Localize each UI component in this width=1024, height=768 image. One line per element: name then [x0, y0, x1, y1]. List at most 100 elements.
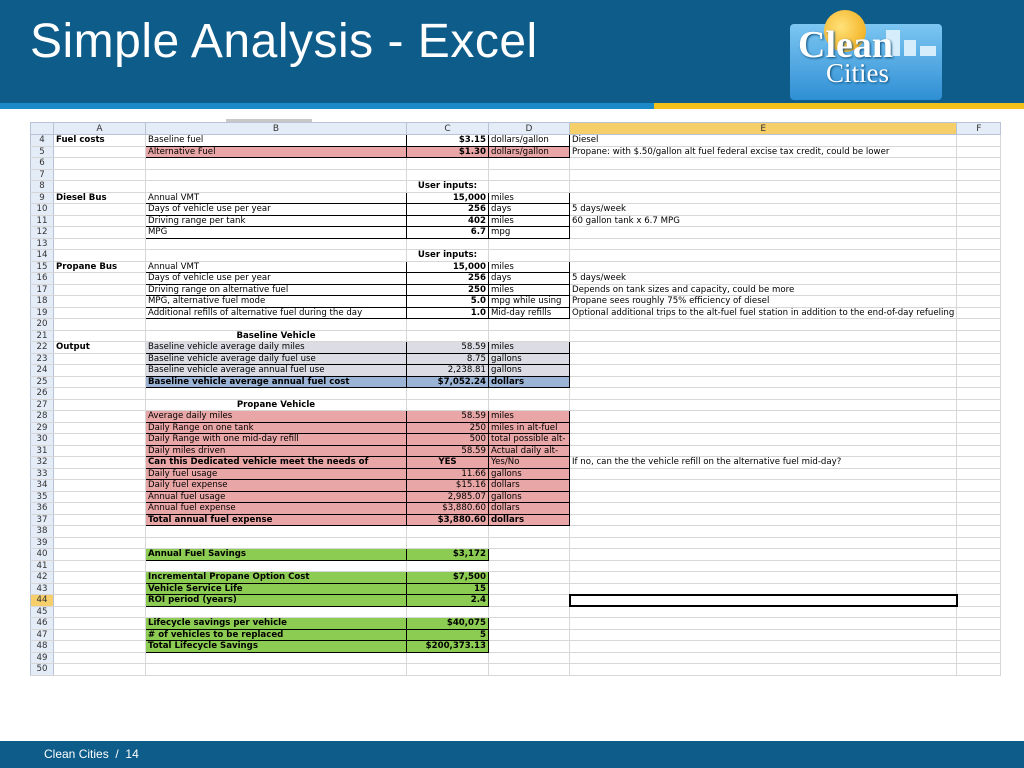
cell-f[interactable]: [956, 157, 1002, 170]
cell-e[interactable]: If no, can the the vehicle refill on the…: [569, 456, 958, 469]
cell-a[interactable]: [53, 433, 146, 446]
cell-d[interactable]: dollars: [488, 502, 570, 515]
cell-a[interactable]: Fuel costs: [53, 134, 146, 147]
cell-d[interactable]: [488, 399, 570, 411]
cell-b[interactable]: Daily fuel expense: [145, 479, 407, 492]
cell-e[interactable]: Diesel: [569, 134, 958, 147]
cell-b[interactable]: Baseline vehicle average annual fuel use: [145, 364, 407, 377]
cell-b[interactable]: MPG, alternative fuel mode: [145, 295, 407, 308]
cell-d[interactable]: miles: [488, 283, 570, 296]
cell-f[interactable]: [956, 238, 1002, 250]
cell-a[interactable]: [53, 307, 146, 319]
cell-a[interactable]: [53, 617, 146, 630]
cell-b[interactable]: [145, 180, 407, 193]
cell-f[interactable]: [956, 422, 1002, 434]
cell-f[interactable]: [956, 571, 1002, 584]
cell-a[interactable]: [53, 180, 146, 193]
cell-f[interactable]: [956, 249, 1002, 262]
cell-f[interactable]: [956, 364, 1002, 377]
cell-f[interactable]: [956, 548, 1002, 561]
cell-a[interactable]: [53, 594, 146, 607]
cell-d[interactable]: [488, 525, 570, 538]
cell-a[interactable]: [53, 479, 146, 492]
cell-c[interactable]: $200,373.13: [406, 640, 489, 653]
cell-c[interactable]: [406, 169, 489, 181]
cell-c[interactable]: 500: [406, 433, 489, 446]
row-header[interactable]: 32: [30, 456, 54, 469]
cell-b[interactable]: Baseline fuel: [145, 134, 407, 147]
row-header[interactable]: 4: [30, 134, 54, 147]
cell-a[interactable]: [53, 422, 146, 434]
cell-f[interactable]: [956, 226, 1002, 239]
cell-f[interactable]: [956, 663, 1002, 676]
cell-f[interactable]: [956, 525, 1002, 538]
cell-f[interactable]: [956, 134, 1002, 147]
cell-e[interactable]: [569, 491, 958, 503]
cell-b[interactable]: Vehicle Service Life: [145, 582, 407, 595]
cell-a[interactable]: [53, 295, 146, 308]
cell-a[interactable]: [53, 548, 146, 561]
column-header-selected[interactable]: E: [568, 122, 958, 135]
cell-d[interactable]: miles: [488, 191, 570, 204]
cell-c[interactable]: 5: [406, 628, 489, 641]
cell-f[interactable]: [956, 594, 1002, 607]
cell-c[interactable]: [406, 663, 489, 676]
cell-c[interactable]: 256: [406, 272, 489, 285]
cell-b[interactable]: Alternative Fuel: [145, 145, 407, 158]
cell-f[interactable]: [956, 560, 1002, 572]
column-header[interactable]: C: [406, 122, 489, 135]
cell-d[interactable]: dollars: [488, 513, 570, 526]
cell-a[interactable]: [53, 318, 146, 331]
cell-b[interactable]: Baseline vehicle average annual fuel cos…: [145, 375, 407, 388]
row-header[interactable]: 13: [30, 238, 54, 250]
cell-c[interactable]: 2.4: [406, 594, 489, 607]
cell-e[interactable]: [569, 376, 958, 388]
cell-c[interactable]: 58.59: [406, 341, 489, 354]
cell-f[interactable]: [956, 192, 1002, 204]
cell-a[interactable]: Propane Bus: [53, 261, 146, 273]
cell-e[interactable]: [569, 249, 958, 262]
cell-a[interactable]: [53, 353, 146, 365]
cell-f[interactable]: [956, 445, 1002, 457]
cell-d[interactable]: days: [488, 203, 570, 216]
row-header[interactable]: 26: [30, 387, 54, 400]
row-header[interactable]: 23: [30, 353, 54, 365]
cell-b[interactable]: Annual fuel expense: [145, 502, 407, 515]
cell-e[interactable]: Propane sees roughly 75% efficiency of d…: [569, 295, 958, 308]
cell-e[interactable]: [569, 583, 958, 595]
cell-a[interactable]: [53, 560, 146, 572]
cell-f[interactable]: [956, 479, 1002, 492]
cell-e[interactable]: [569, 571, 958, 584]
cell-b[interactable]: Baseline vehicle average daily miles: [145, 341, 407, 354]
cell-e[interactable]: [569, 353, 958, 365]
cell-a[interactable]: [53, 456, 146, 469]
cell-c[interactable]: 58.59: [406, 410, 489, 423]
cell-a[interactable]: [53, 491, 146, 503]
cell-d[interactable]: Mid-day refills: [488, 306, 570, 319]
cell-c[interactable]: User inputs:: [406, 180, 489, 193]
cell-b[interactable]: Lifecycle savings per vehicle: [145, 617, 407, 630]
cell-b[interactable]: Daily fuel usage: [145, 467, 407, 480]
spreadsheet[interactable]: A B C D E F 4 Fuel costs Baseline fuel $3.1…: [30, 119, 1002, 676]
cell-d[interactable]: miles: [488, 410, 570, 423]
cell-e[interactable]: [569, 445, 958, 457]
cell-f[interactable]: [956, 399, 1002, 411]
cell-a[interactable]: [53, 663, 146, 676]
cell-a[interactable]: [53, 652, 146, 664]
cell-d[interactable]: gallons: [488, 352, 570, 365]
cell-a[interactable]: [53, 284, 146, 296]
cell-b[interactable]: [145, 537, 407, 549]
cell-d[interactable]: [488, 169, 570, 181]
cell-e[interactable]: [569, 663, 958, 676]
cell-e[interactable]: 60 gallon tank x 6.7 MPG: [569, 215, 958, 227]
cell-c[interactable]: $3,880.60: [406, 513, 489, 526]
cell-e[interactable]: [569, 652, 958, 664]
row-header[interactable]: 16: [30, 272, 54, 285]
cell-a[interactable]: [53, 571, 146, 584]
cell-c[interactable]: 15: [406, 582, 489, 595]
cell-a[interactable]: [53, 399, 146, 411]
cell-e[interactable]: [569, 617, 958, 630]
row-header[interactable]: 30: [30, 433, 54, 446]
cell-d[interactable]: [488, 617, 570, 630]
row-header[interactable]: 7: [30, 169, 54, 181]
